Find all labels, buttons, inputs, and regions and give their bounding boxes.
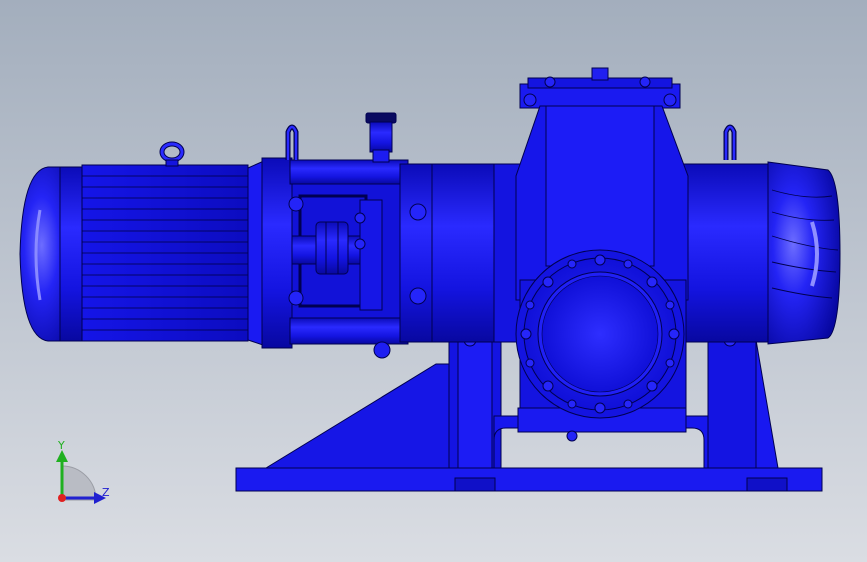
base-gusset — [264, 363, 459, 469]
bolt-icon — [523, 93, 537, 107]
bolt-icon — [566, 430, 578, 442]
motor-flange — [261, 157, 293, 349]
lifting-eye-motor — [159, 141, 185, 167]
bolt-icon — [409, 287, 427, 305]
bolt-icon — [409, 203, 427, 221]
base-plate — [235, 467, 823, 492]
base-foot-left — [454, 477, 496, 492]
triad-quarter-disc — [61, 465, 97, 501]
drain-plug-icon — [373, 341, 391, 359]
orientation-triad[interactable]: Y Z — [40, 436, 130, 516]
pump-cylinder-right — [679, 163, 771, 343]
bolt-icon — [663, 93, 677, 107]
bolt-icon — [544, 76, 556, 88]
bolt-icon — [354, 238, 366, 250]
base-right-curve — [755, 339, 779, 469]
bolt-icon — [354, 212, 366, 224]
breather-valve — [365, 112, 397, 163]
inlet-bolt-head — [591, 67, 609, 81]
x-axis-dot-icon — [58, 494, 66, 502]
pump-assembly-model[interactable] — [0, 0, 867, 562]
bolt-icon — [288, 290, 304, 306]
z-axis-label: Z — [102, 486, 110, 499]
lantern-top-rail — [289, 159, 409, 185]
base-foot-right — [746, 477, 788, 492]
coupling-hub — [315, 221, 349, 275]
round-port-center — [541, 275, 659, 393]
coupling-housing[interactable] — [285, 112, 435, 359]
bolt-icon — [639, 76, 651, 88]
inlet-housing-face — [545, 105, 655, 267]
lantern-bottom-rail — [289, 317, 409, 345]
cad-viewport[interactable]: Y Z — [0, 0, 867, 562]
motor[interactable] — [19, 141, 293, 349]
flange-ring — [399, 163, 435, 343]
lifting-eye-lantern — [285, 124, 299, 160]
bolt-icon — [288, 196, 304, 212]
lifting-eye-pump — [723, 124, 737, 160]
motor-end-ring — [59, 166, 83, 342]
pump-tail-cone — [767, 161, 841, 345]
y-axis-label: Y — [57, 439, 65, 452]
